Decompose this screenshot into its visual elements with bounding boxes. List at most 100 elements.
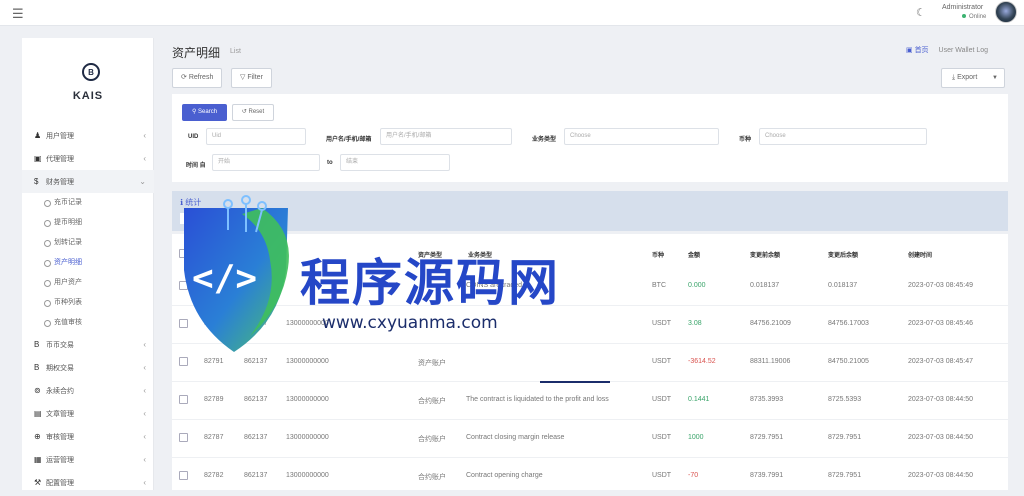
cell-amount: 1000 xyxy=(688,434,704,441)
uid-input[interactable]: Uid xyxy=(206,128,306,145)
breadcrumb: ▣ 首页 User Wallet Log xyxy=(906,45,988,55)
column-header-amount[interactable]: 金额 xyxy=(688,250,700,259)
download-icon: ⤓ xyxy=(952,74,956,81)
admin-name[interactable]: Administrator xyxy=(942,4,983,11)
user-input[interactable]: 用户名/手机/邮箱 xyxy=(380,128,512,145)
sidebar-subitem-asset-log[interactable]: 资产明细 xyxy=(22,253,154,273)
cell-uid: 862137 xyxy=(244,358,268,365)
sidebar-item-spot[interactable]: B 币币交易 ‹ xyxy=(22,333,154,356)
breadcrumb-current: User Wallet Log xyxy=(938,47,989,54)
cell-id: 82782 xyxy=(204,472,224,479)
refresh-button[interactable]: ⟳ Refresh xyxy=(172,68,223,88)
watermark-title: 程序源码网 xyxy=(300,254,560,312)
cell-before: 84756.21009 xyxy=(750,320,791,327)
chevron-left-icon: ‹ xyxy=(143,386,146,395)
breadcrumb-home[interactable]: ▣ 首页 xyxy=(906,47,929,54)
data-table: 资产类型 业务类型 币种 金额 变更前余额 变更后余额 创建时间 COINS a… xyxy=(172,234,1008,496)
sidebar-item-agents[interactable]: ▣ 代理管理 ‹ xyxy=(22,147,154,170)
search-button[interactable]: ⚲ Search xyxy=(182,104,227,121)
sidebar-item-users[interactable]: ♟ 用户管理 ‹ xyxy=(22,124,154,147)
logo-text: KAIS xyxy=(72,90,104,102)
cell-after: 8729.7951 xyxy=(828,434,862,441)
cell-before: 8735.3993 xyxy=(750,396,784,403)
export-button[interactable]: ⤓ Export ▼ xyxy=(941,68,1005,88)
row-checkbox[interactable] xyxy=(179,357,188,366)
sidebar-item-perpetual[interactable]: ⊚ 永续合约 ‹ xyxy=(22,379,154,402)
user-label: 用户名/手机/邮箱 xyxy=(326,137,372,143)
chevron-left-icon: ‹ xyxy=(143,432,146,441)
caret-down-icon: ▼ xyxy=(992,75,998,81)
review-icon: ⊕ xyxy=(34,432,41,441)
reset-button[interactable]: ↺ Reset xyxy=(232,104,274,121)
cell-amount: 0.1441 xyxy=(688,396,710,403)
cell-coin: BTC xyxy=(652,282,666,289)
stats-title-label: 统计 xyxy=(185,198,202,207)
select-all-checkbox[interactable] xyxy=(179,249,188,258)
cell-business: The contract is liquidated to the profit… xyxy=(466,396,609,403)
cell-phone: 13000000000 xyxy=(286,434,329,441)
cell-asset: 资产账户 xyxy=(418,360,446,367)
sidebar-menu: ♟ 用户管理 ‹ ▣ 代理管理 ‹ $ 财务管理 ⌄ 充币记录 提币明细 划转记录 资产明细… xyxy=(22,124,154,494)
row-checkbox[interactable] xyxy=(179,319,188,328)
sidebar-item-label: 永续合约 xyxy=(46,388,74,395)
sidebar-subitem-coin-list[interactable]: 币种列表 xyxy=(22,293,154,313)
table-row[interactable]: 82789 862137 13000000000 合约账户 The contra… xyxy=(172,382,1008,420)
sidebar-item-review[interactable]: ⊕ 审核管理 ‹ xyxy=(22,425,154,448)
sidebar-item-label: 财务管理 xyxy=(46,179,74,186)
sidebar-item-label: 用户管理 xyxy=(46,133,74,140)
type-select[interactable]: Choose xyxy=(564,128,719,145)
row-checkbox[interactable] xyxy=(179,433,188,442)
filter-button[interactable]: ▽ Filter xyxy=(231,68,272,88)
avatar[interactable] xyxy=(995,1,1017,23)
sidebar-item-label: 期权交易 xyxy=(46,365,74,372)
cell-business: Contract closing margin release xyxy=(466,434,565,441)
column-header-before[interactable]: 变更前余额 xyxy=(750,250,780,259)
table-row[interactable]: 82791 862137 13000000000 资产账户 USDT -3614… xyxy=(172,344,1008,382)
row-checkbox[interactable] xyxy=(179,471,188,480)
column-header-coin[interactable]: 币种 xyxy=(652,250,664,259)
cell-time: 2023-07-03 08:45:47 xyxy=(908,358,973,365)
sidebar-subitem-deposit[interactable]: 充币记录 xyxy=(22,193,154,213)
sidebar-subitem-withdraw[interactable]: 提币明细 xyxy=(22,213,154,233)
cell-before: 8729.7951 xyxy=(750,434,784,441)
sidebar-item-operations[interactable]: ▦ 运营管理 ‹ xyxy=(22,448,154,471)
admin-status: Online xyxy=(962,14,986,20)
sidebar-subitem-recharge-review[interactable]: 充值审核 xyxy=(22,313,154,333)
to-label: to xyxy=(327,160,333,166)
sidebar-subitem-user-assets[interactable]: 用户资产 xyxy=(22,273,154,293)
cell-coin: USDT xyxy=(652,320,672,327)
cell-after: 84756.17003 xyxy=(828,320,869,327)
menu-toggle-icon[interactable]: ☰ xyxy=(12,6,24,22)
sidebar-item-finance[interactable]: $ 财务管理 ⌄ xyxy=(22,170,154,193)
column-header-after[interactable]: 变更后余额 xyxy=(828,250,858,259)
table-row[interactable]: 82782 862137 13000000000 合约账户 Contract o… xyxy=(172,458,1008,496)
cell-phone: 13000000000 xyxy=(286,396,329,403)
time-to-input[interactable]: 结束 xyxy=(340,154,450,171)
row-checkbox[interactable] xyxy=(179,281,188,290)
table-row[interactable]: COINS are traded BTC 0.000 0.018137 0.01… xyxy=(172,268,1008,306)
chevron-left-icon: ‹ xyxy=(143,409,146,418)
sidebar-item-label: 运营管理 xyxy=(46,457,74,464)
coin-select[interactable]: Choose xyxy=(759,128,927,145)
cell-after: 0.018137 xyxy=(828,282,858,289)
sidebar-item-options[interactable]: B 期权交易 ‹ xyxy=(22,356,154,379)
sidebar-item-articles[interactable]: ▤ 文章管理 ‹ xyxy=(22,402,154,425)
sidebar-item-label: 币币交易 xyxy=(46,342,74,349)
table-row[interactable]: 82787 862137 13000000000 合约账户 Contract c… xyxy=(172,420,1008,458)
cell-uid: 862137 xyxy=(244,320,268,327)
cell-id: 82789 xyxy=(204,396,224,403)
dark-mode-icon[interactable]: ☾ xyxy=(916,6,926,19)
chevron-left-icon: ‹ xyxy=(143,340,146,349)
operations-icon: ▦ xyxy=(34,455,42,464)
cell-coin: USDT xyxy=(652,396,672,403)
cell-asset: 合约账户 xyxy=(418,436,446,443)
time-from-input[interactable]: 开始 xyxy=(212,154,320,171)
page-subtitle: List xyxy=(230,48,241,55)
sidebar-item-config[interactable]: ⚒ 配置管理 ‹ xyxy=(22,471,154,494)
chevron-left-icon: ‹ xyxy=(143,363,146,372)
column-header-time[interactable]: 创建时间 xyxy=(908,250,932,259)
row-checkbox[interactable] xyxy=(179,395,188,404)
cell-after: 8725.5393 xyxy=(828,396,862,403)
table-row[interactable]: 82794 862137 13000000000 USDT 3.08 84756… xyxy=(172,306,1008,344)
sidebar-subitem-transfer[interactable]: 划转记录 xyxy=(22,233,154,253)
